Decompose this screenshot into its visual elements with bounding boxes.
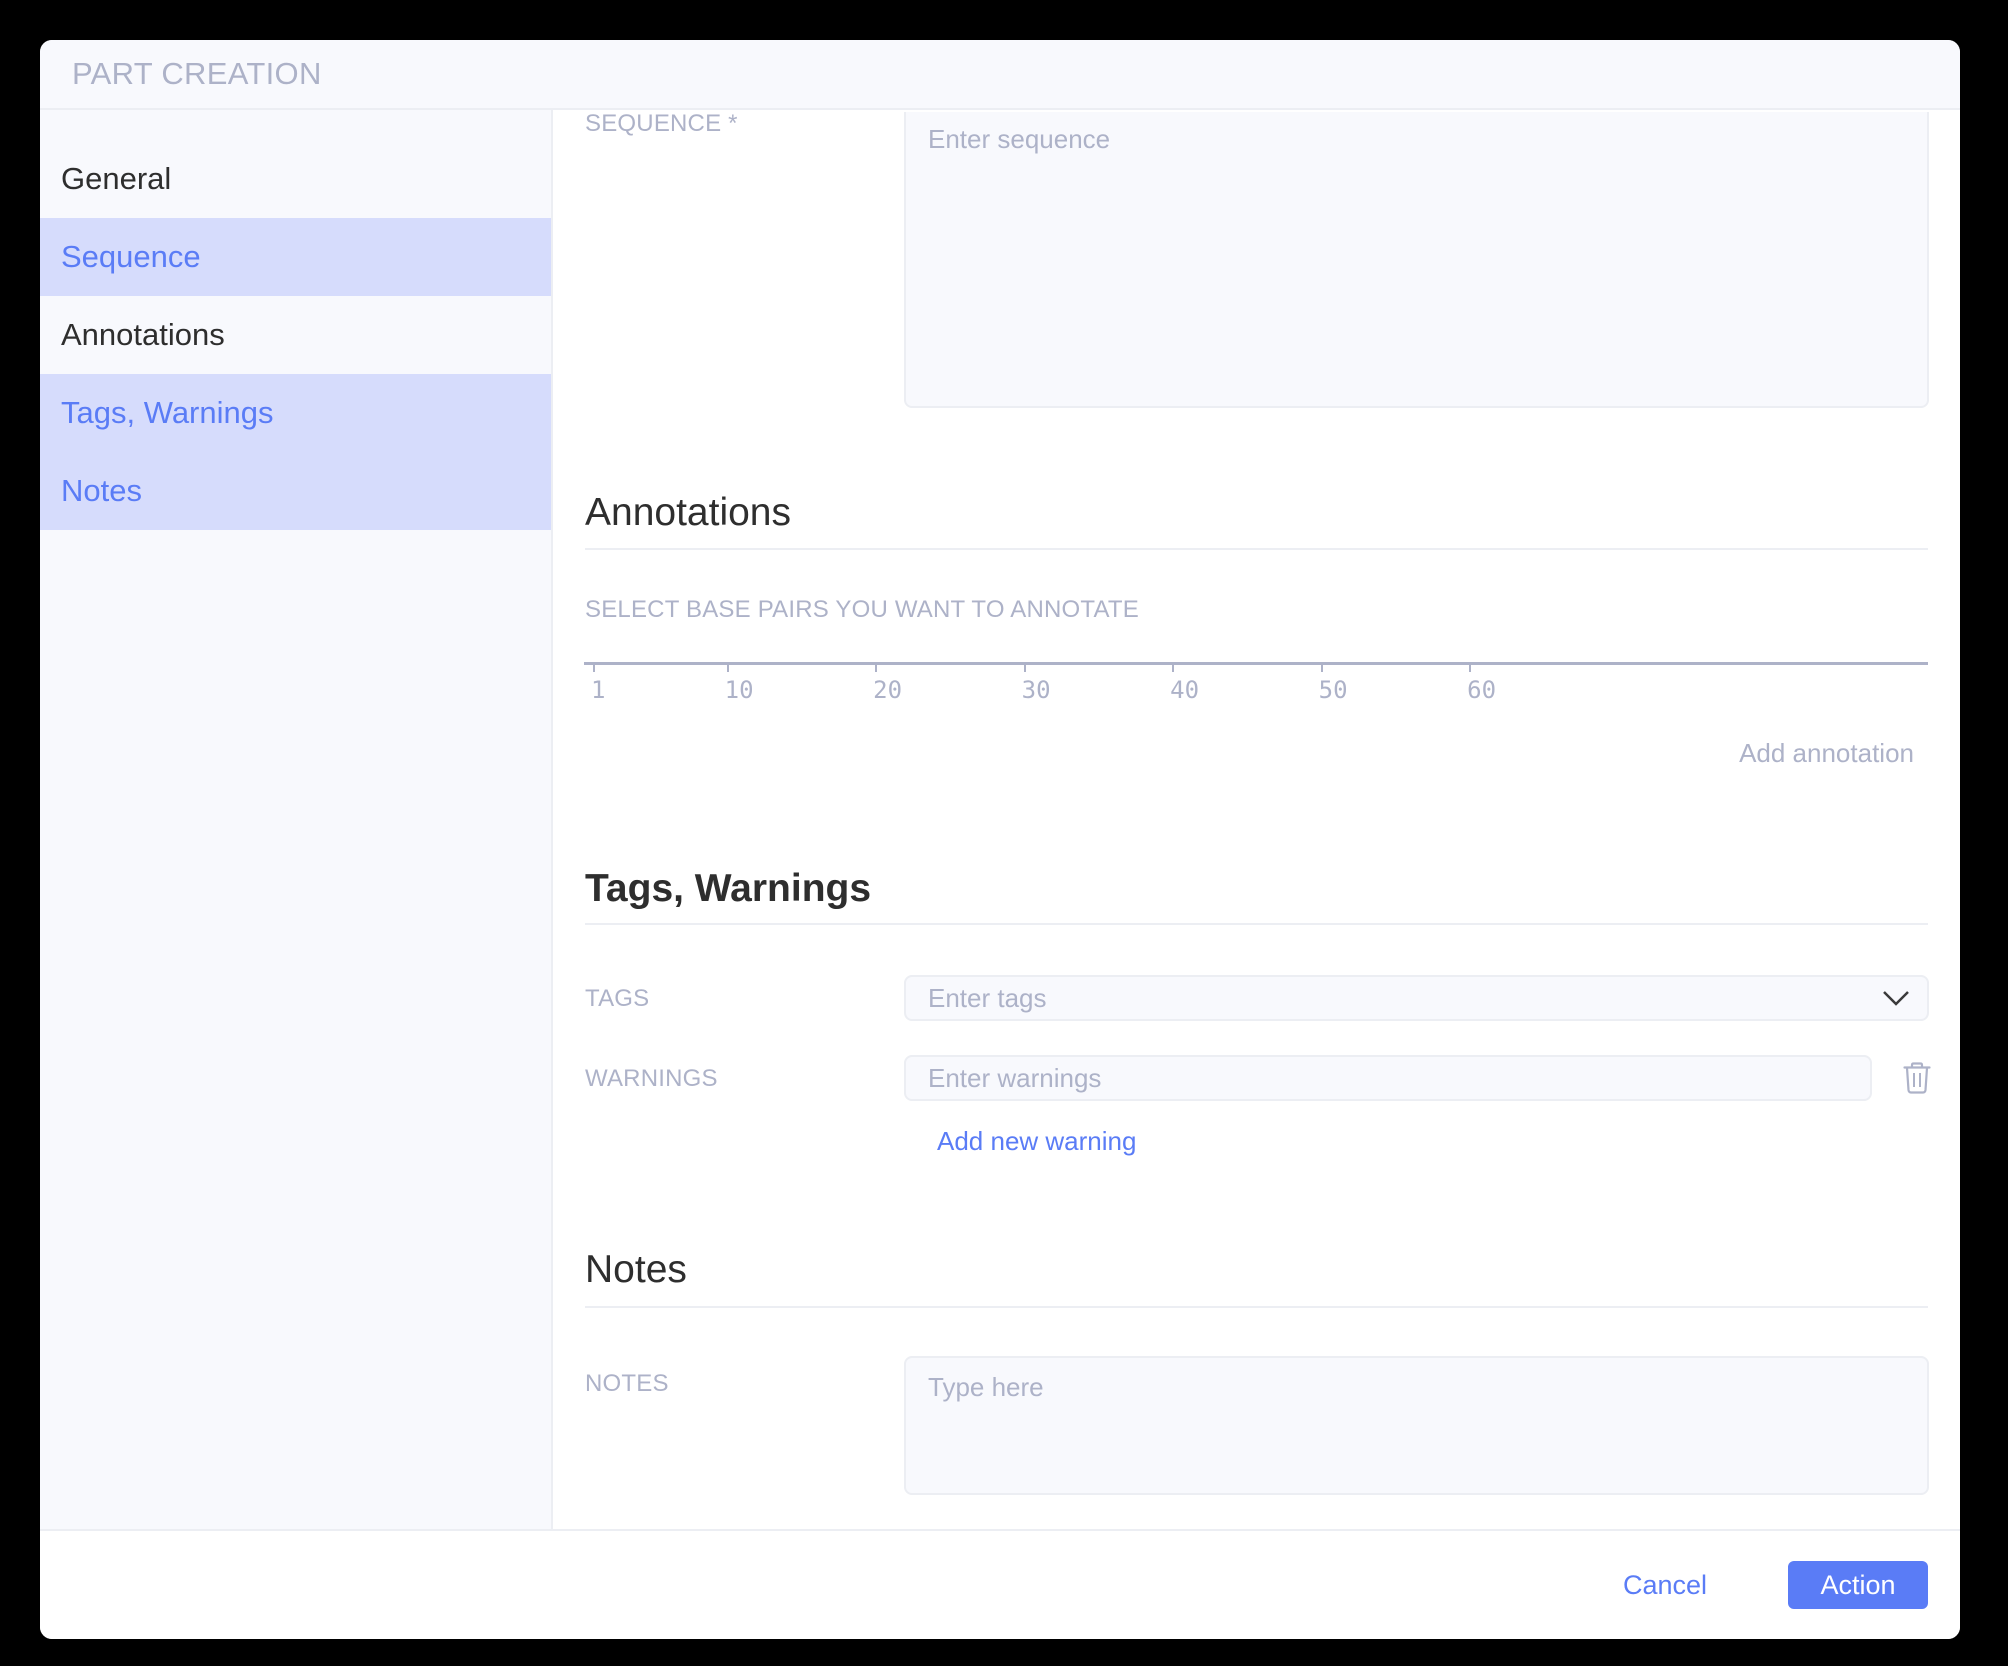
sidebar-item-sequence[interactable]: Sequence [40, 218, 551, 296]
ruler-tick-label: 1 [591, 676, 606, 704]
notes-textarea[interactable] [904, 1356, 1929, 1495]
notes-heading: Notes [585, 1248, 687, 1291]
trash-icon[interactable] [1903, 1062, 1931, 1094]
dialog-header: PART CREATION [40, 40, 1960, 110]
dialog-footer: Cancel Action [40, 1529, 1960, 1639]
tags-warnings-divider [585, 923, 1928, 925]
tags-placeholder: Enter tags [928, 983, 1047, 1013]
ruler-tick [875, 664, 878, 672]
ruler-tick [593, 664, 595, 672]
warnings-input[interactable] [904, 1055, 1872, 1101]
ruler-tick [1320, 664, 1323, 672]
ruler-line [584, 662, 1928, 665]
ruler-tick-label: 60 [1467, 676, 1497, 704]
tags-select[interactable]: Enter tags [904, 975, 1929, 1021]
sidebar-item-tags-warnings[interactable]: Tags, Warnings [40, 374, 551, 452]
base-pair-ruler[interactable]: 1 10 20 30 40 50 60 [584, 662, 1928, 722]
warnings-label: WARNINGS [585, 1065, 718, 1092]
part-creation-dialog: PART CREATION General Sequence Annotatio… [40, 40, 1960, 1639]
notes-divider [585, 1306, 1928, 1308]
ruler-tick-label: 20 [873, 676, 903, 704]
tags-label: TAGS [585, 985, 650, 1012]
ruler-tick [726, 664, 729, 672]
chevron-down-icon[interactable] [1881, 987, 1911, 1009]
cancel-button[interactable]: Cancel [1623, 1561, 1707, 1609]
ruler-tick-label: 50 [1318, 676, 1348, 704]
notes-label: NOTES [585, 1370, 669, 1397]
ruler-tick [1023, 664, 1026, 672]
sequence-textarea[interactable] [904, 112, 1929, 408]
action-button[interactable]: Action [1788, 1561, 1928, 1609]
sidebar-nav: General Sequence Annotations Tags, Warni… [40, 110, 553, 1529]
add-annotation-button[interactable]: Add annotation [1739, 738, 1914, 768]
ruler-tick-label: 40 [1170, 676, 1200, 704]
ruler-tick-label: 30 [1021, 676, 1051, 704]
annotations-divider [585, 548, 1928, 550]
form-content[interactable]: SEQUENCE * Annotations SELECT BASE PAIRS… [553, 112, 1960, 1529]
ruler-tick [1469, 664, 1472, 672]
annotate-instruction-label: SELECT BASE PAIRS YOU WANT TO ANNOTATE [585, 596, 1139, 623]
tags-warnings-heading: Tags, Warnings [585, 867, 872, 910]
add-new-warning-link[interactable]: Add new warning [937, 1126, 1136, 1156]
ruler-tick [1172, 664, 1175, 672]
annotations-heading: Annotations [585, 491, 791, 534]
sidebar-item-general[interactable]: General [40, 140, 551, 218]
sequence-label: SEQUENCE * [585, 112, 738, 137]
sidebar-item-annotations[interactable]: Annotations [40, 296, 551, 374]
dialog-title: PART CREATION [72, 56, 322, 91]
ruler-tick-label: 10 [724, 676, 754, 704]
sidebar-item-notes[interactable]: Notes [40, 452, 551, 530]
